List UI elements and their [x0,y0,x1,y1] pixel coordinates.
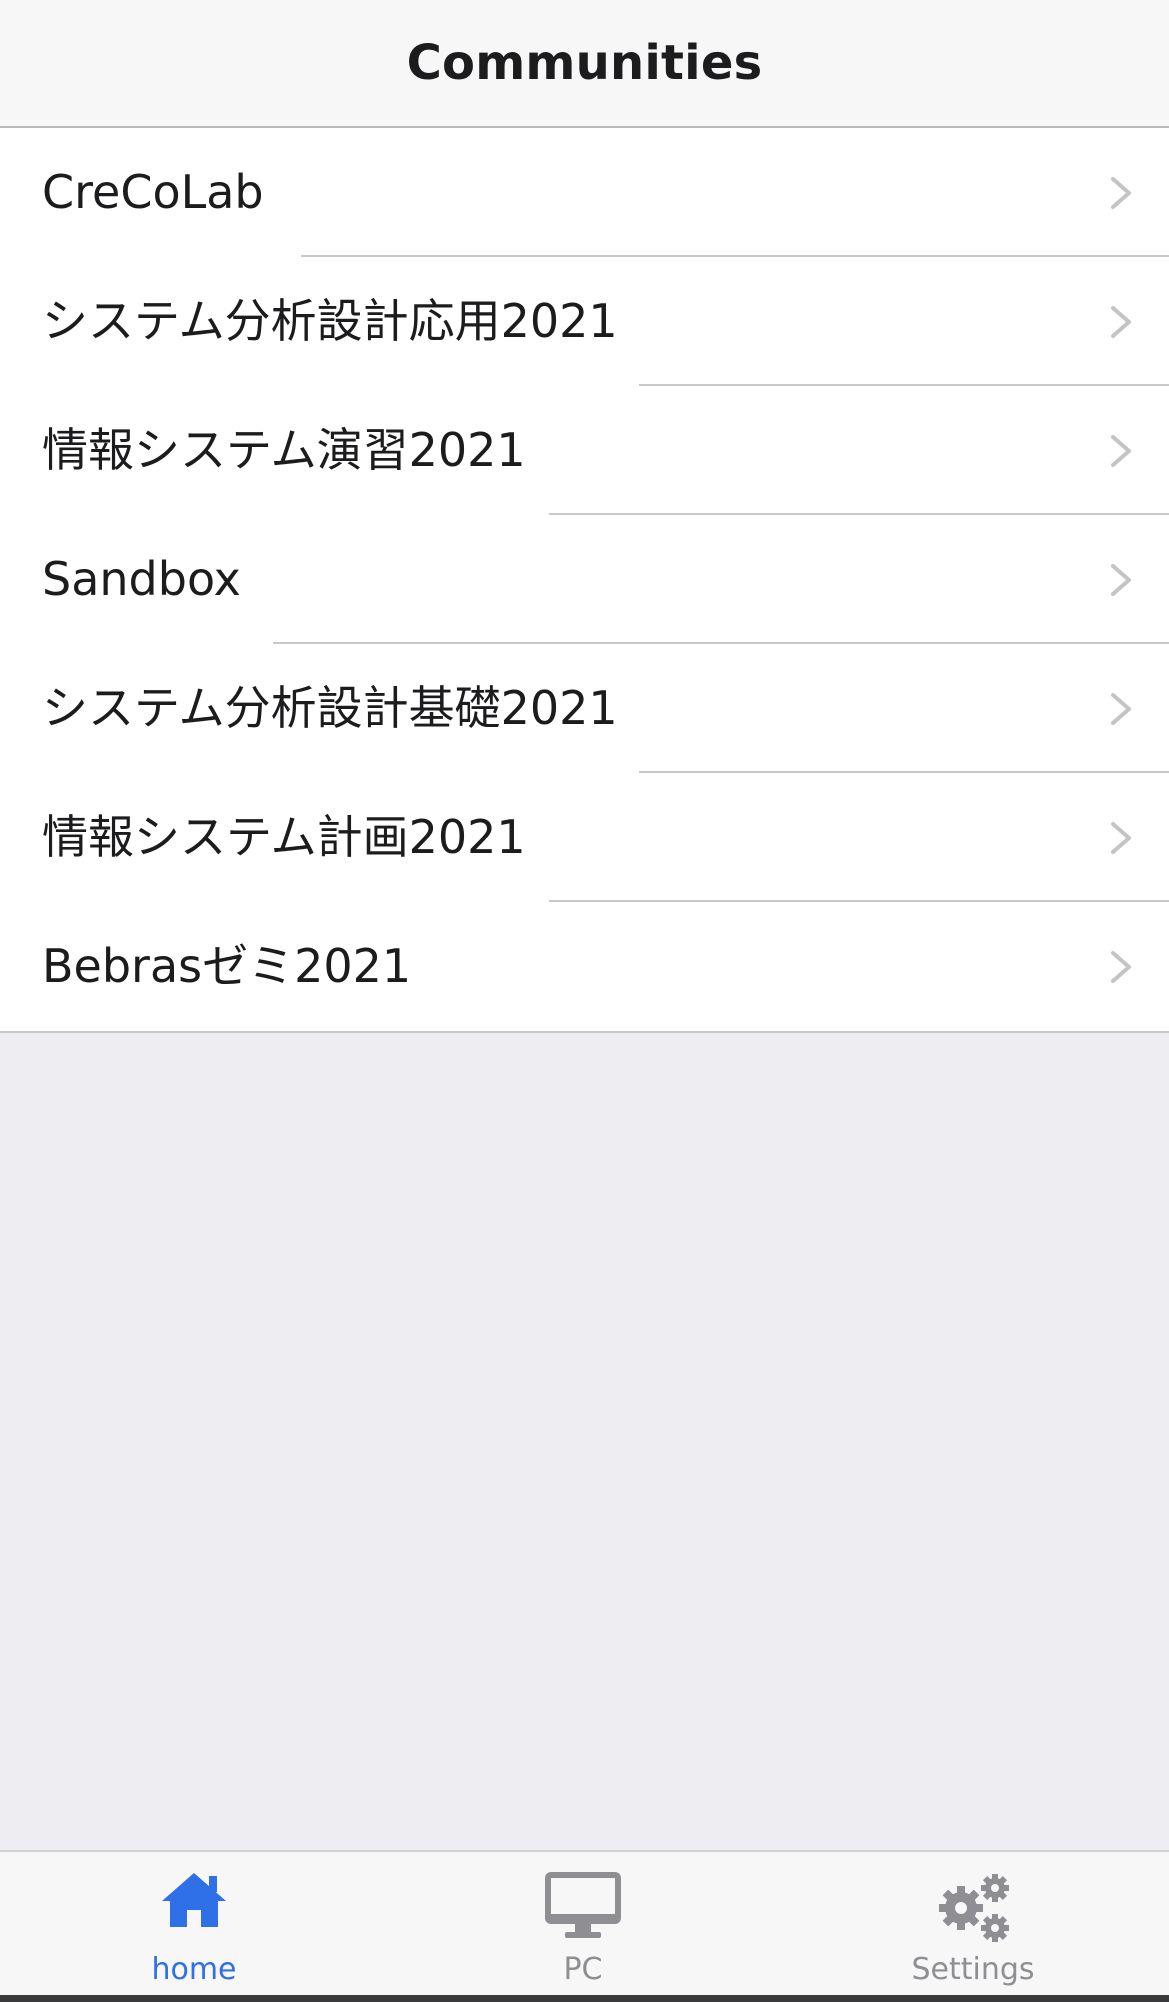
community-label: システム分析設計応用2021 [42,294,618,348]
chevron-right-icon [1111,564,1131,596]
tab-home[interactable]: home [94,1852,294,1997]
gears-icon [939,1874,1009,1942]
tab-bar: home PC Settings [0,1850,1169,1997]
tab-pc-label: PC [563,1952,603,1987]
home-icon [162,1873,226,1927]
chevron-right-icon [1111,435,1131,467]
list-item[interactable]: システム分析設計基礎2021 [0,644,1169,773]
navigation-bar: Communities [0,0,1169,128]
page-title: Communities [406,35,763,91]
tab-settings-label: Settings [911,1952,1035,1987]
list-item[interactable]: システム分析設計応用2021 [0,257,1169,386]
list-item[interactable]: CreCoLab [0,128,1169,257]
community-label: Sandbox [42,552,241,606]
tab-settings[interactable]: Settings [873,1852,1073,1997]
chevron-right-icon [1111,306,1131,338]
community-label: 情報システム計画2021 [42,810,526,864]
community-label: CreCoLab [42,165,264,219]
tab-pc[interactable]: PC [483,1852,683,1997]
chevron-right-icon [1111,822,1131,854]
list-item[interactable]: Bebrasゼミ2021 [0,902,1169,1031]
chevron-right-icon [1111,693,1131,725]
desktop-icon [545,1872,621,1938]
community-label: Bebrasゼミ2021 [42,939,412,993]
list-item[interactable]: 情報システム演習2021 [0,386,1169,515]
community-label: システム分析設計基礎2021 [42,681,618,735]
bottom-edge [0,1995,1169,2002]
chevron-right-icon [1111,177,1131,209]
list-item[interactable]: 情報システム計画2021 [0,773,1169,902]
communities-list: CreCoLab システム分析設計応用2021 情報システム演習2021 San… [0,128,1169,1033]
community-label: 情報システム演習2021 [42,423,526,477]
list-item[interactable]: Sandbox [0,515,1169,644]
tab-home-label: home [151,1952,237,1987]
chevron-right-icon [1111,951,1131,983]
